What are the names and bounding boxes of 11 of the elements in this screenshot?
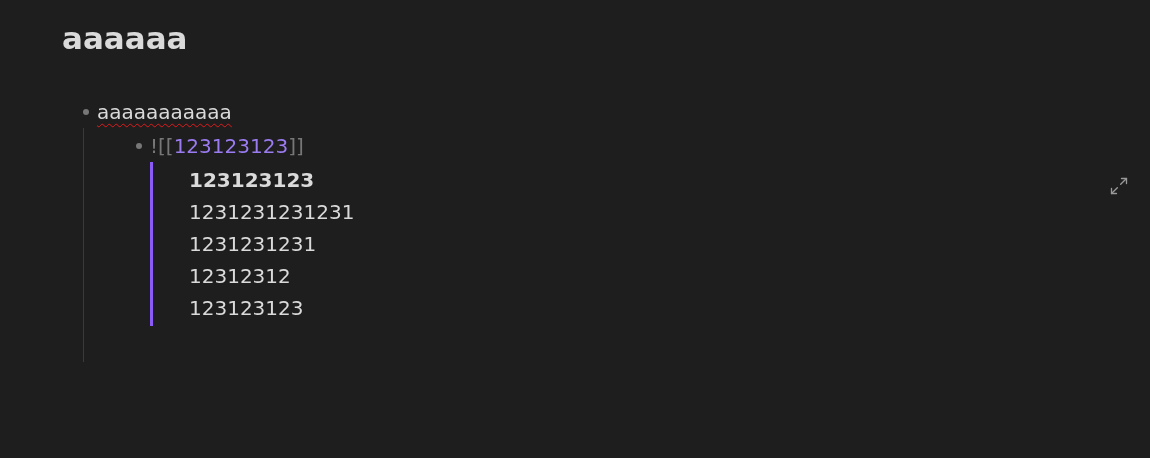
bullet-dot (136, 143, 142, 149)
embed-line: 1231231231 (189, 231, 318, 258)
note-title: aaaaaa (62, 19, 188, 58)
embed-line: 123123123 (189, 295, 305, 322)
embed-title: 123123123 (189, 167, 316, 194)
list-item-text: aaaaaaaaaaa (97, 100, 232, 124)
embed-link[interactable]: ![[123123123]] (150, 134, 304, 158)
embed-line: 1231231231231 (189, 199, 355, 226)
expand-icon[interactable] (1109, 176, 1129, 196)
bullet-dot (83, 109, 89, 115)
embed-line: 12312312 (189, 263, 292, 290)
